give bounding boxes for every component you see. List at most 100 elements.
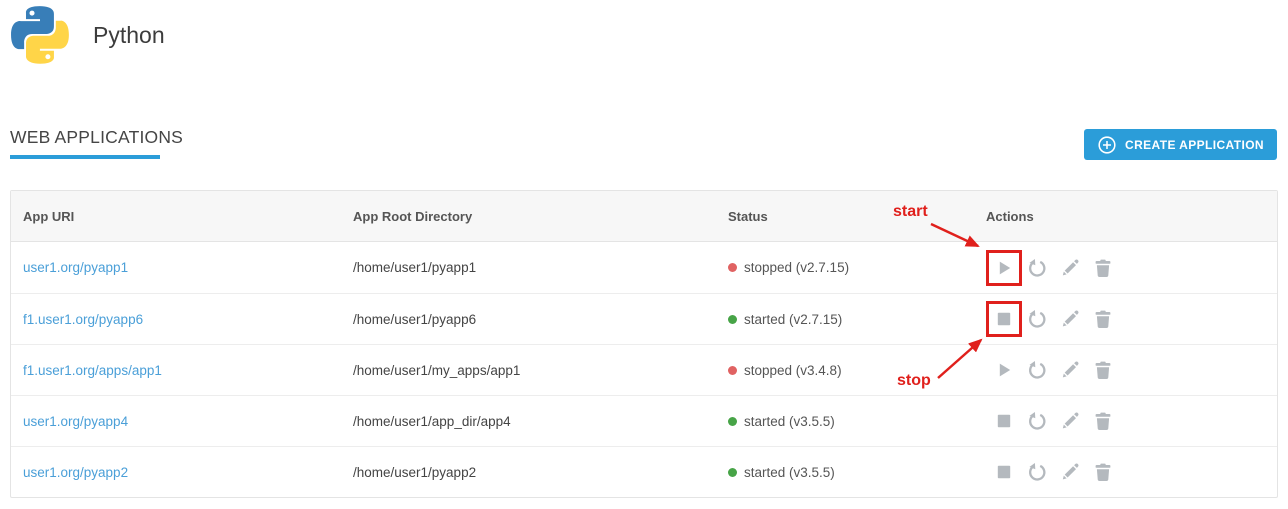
- play-icon: [994, 258, 1014, 278]
- app-uri-link[interactable]: user1.org/pyapp1: [23, 260, 128, 275]
- annotation-stop-label: stop: [897, 372, 931, 390]
- stop-icon: [994, 462, 1014, 482]
- delete-action-button[interactable]: [1093, 258, 1113, 278]
- page: Python WEB APPLICATIONS CREATE APPLICATI…: [0, 0, 1288, 509]
- restart-action-button[interactable]: [1027, 411, 1047, 431]
- plus-circle-icon: [1097, 135, 1117, 155]
- create-application-label: CREATE APPLICATION: [1125, 138, 1264, 152]
- app-uri-link[interactable]: f1.user1.org/pyapp6: [23, 312, 143, 327]
- play-icon: [994, 360, 1014, 380]
- start-action-button[interactable]: [994, 258, 1014, 278]
- app-uri-cell: user1.org/pyapp4: [11, 396, 341, 446]
- restart-action-button[interactable]: [1027, 258, 1047, 278]
- section-title: WEB APPLICATIONS: [10, 127, 183, 148]
- column-header-status: Status: [716, 191, 974, 241]
- stop-icon: [994, 309, 1014, 329]
- status-label: stopped (v2.7.15): [744, 260, 849, 275]
- column-header-app-root-directory: App Root Directory: [341, 191, 716, 241]
- edit-action-button[interactable]: [1060, 462, 1080, 482]
- actions-cell: [974, 242, 1277, 293]
- pencil-icon: [1060, 411, 1080, 431]
- pencil-icon: [1060, 309, 1080, 329]
- stop-icon: [994, 411, 1014, 431]
- app-uri-link[interactable]: f1.user1.org/apps/app1: [23, 363, 162, 378]
- status-label: stopped (v3.4.8): [744, 363, 842, 378]
- section-title-wrap: WEB APPLICATIONS: [10, 127, 183, 159]
- app-root-directory: /home/user1/pyapp1: [353, 260, 476, 275]
- table-row: user1.org/pyapp1/home/user1/pyapp1 stoppe…: [11, 242, 1277, 293]
- app-root-cell: /home/user1/app_dir/app4: [341, 396, 716, 446]
- status-cell: started (v2.7.15): [716, 294, 974, 344]
- trash-icon: [1093, 411, 1113, 431]
- delete-action-button[interactable]: [1093, 309, 1113, 329]
- table-row: user1.org/pyapp4/home/user1/app_dir/app4…: [11, 395, 1277, 446]
- table-body: user1.org/pyapp1/home/user1/pyapp1 stoppe…: [11, 242, 1277, 497]
- table-header: App URIApp Root DirectoryStatusActions: [11, 191, 1277, 242]
- delete-action-button[interactable]: [1093, 411, 1113, 431]
- stop-action-button[interactable]: [994, 462, 1014, 482]
- annotation-start-label: start: [893, 203, 928, 221]
- pencil-icon: [1060, 462, 1080, 482]
- status-cell: started (v3.5.5): [716, 396, 974, 446]
- applications-table: App URIApp Root DirectoryStatusActions u…: [10, 190, 1278, 498]
- actions-cell: [974, 396, 1277, 446]
- page-title: Python: [93, 22, 165, 49]
- restart-action-button[interactable]: [1027, 309, 1047, 329]
- app-root-directory: /home/user1/pyapp2: [353, 465, 476, 480]
- status-cell: stopped (v2.7.15): [716, 242, 974, 293]
- delete-action-button[interactable]: [1093, 360, 1113, 380]
- status-cell: started (v3.5.5): [716, 447, 974, 497]
- app-uri-cell: f1.user1.org/pyapp6: [11, 294, 341, 344]
- edit-action-button[interactable]: [1060, 309, 1080, 329]
- restart-icon: [1027, 462, 1047, 482]
- stop-action-button[interactable]: [994, 309, 1014, 329]
- restart-icon: [1027, 309, 1047, 329]
- actions-cell: [974, 447, 1277, 497]
- app-uri-cell: user1.org/pyapp2: [11, 447, 341, 497]
- start-action-button[interactable]: [994, 360, 1014, 380]
- restart-action-button[interactable]: [1027, 462, 1047, 482]
- pencil-icon: [1060, 258, 1080, 278]
- app-uri-link[interactable]: user1.org/pyapp4: [23, 414, 128, 429]
- trash-icon: [1093, 462, 1113, 482]
- trash-icon: [1093, 360, 1113, 380]
- actions-cell: [974, 345, 1277, 395]
- app-root-directory: /home/user1/app_dir/app4: [353, 414, 511, 429]
- section-title-underline: [10, 155, 160, 159]
- edit-action-button[interactable]: [1060, 360, 1080, 380]
- status-label: started (v2.7.15): [744, 312, 842, 327]
- status-cell: stopped (v3.4.8): [716, 345, 974, 395]
- actions-cell: [974, 294, 1277, 344]
- pencil-icon: [1060, 360, 1080, 380]
- app-root-cell: /home/user1/pyapp6: [341, 294, 716, 344]
- python-logo-icon: [11, 5, 69, 65]
- restart-icon: [1027, 411, 1047, 431]
- table-row: f1.user1.org/pyapp6/home/user1/pyapp6 sta…: [11, 293, 1277, 344]
- app-uri-cell: f1.user1.org/apps/app1: [11, 345, 341, 395]
- delete-action-button[interactable]: [1093, 462, 1113, 482]
- restart-icon: [1027, 360, 1047, 380]
- trash-icon: [1093, 258, 1113, 278]
- restart-action-button[interactable]: [1027, 360, 1047, 380]
- app-header: Python: [11, 5, 165, 65]
- column-header-actions: Actions: [974, 191, 1277, 241]
- table-row: f1.user1.org/apps/app1/home/user1/my_app…: [11, 344, 1277, 395]
- restart-icon: [1027, 258, 1047, 278]
- app-uri-cell: user1.org/pyapp1: [11, 242, 341, 293]
- app-uri-link[interactable]: user1.org/pyapp2: [23, 465, 128, 480]
- status-label: started (v3.5.5): [744, 414, 835, 429]
- status-dot-started: [728, 468, 737, 477]
- app-root-cell: /home/user1/pyapp2: [341, 447, 716, 497]
- status-dot-started: [728, 315, 737, 324]
- create-application-button[interactable]: CREATE APPLICATION: [1084, 129, 1277, 160]
- app-root-directory: /home/user1/my_apps/app1: [353, 363, 520, 378]
- edit-action-button[interactable]: [1060, 258, 1080, 278]
- table-row: user1.org/pyapp2/home/user1/pyapp2 starte…: [11, 446, 1277, 497]
- edit-action-button[interactable]: [1060, 411, 1080, 431]
- status-label: started (v3.5.5): [744, 465, 835, 480]
- trash-icon: [1093, 309, 1113, 329]
- status-dot-started: [728, 417, 737, 426]
- app-root-cell: /home/user1/my_apps/app1: [341, 345, 716, 395]
- status-dot-stopped: [728, 263, 737, 272]
- stop-action-button[interactable]: [994, 411, 1014, 431]
